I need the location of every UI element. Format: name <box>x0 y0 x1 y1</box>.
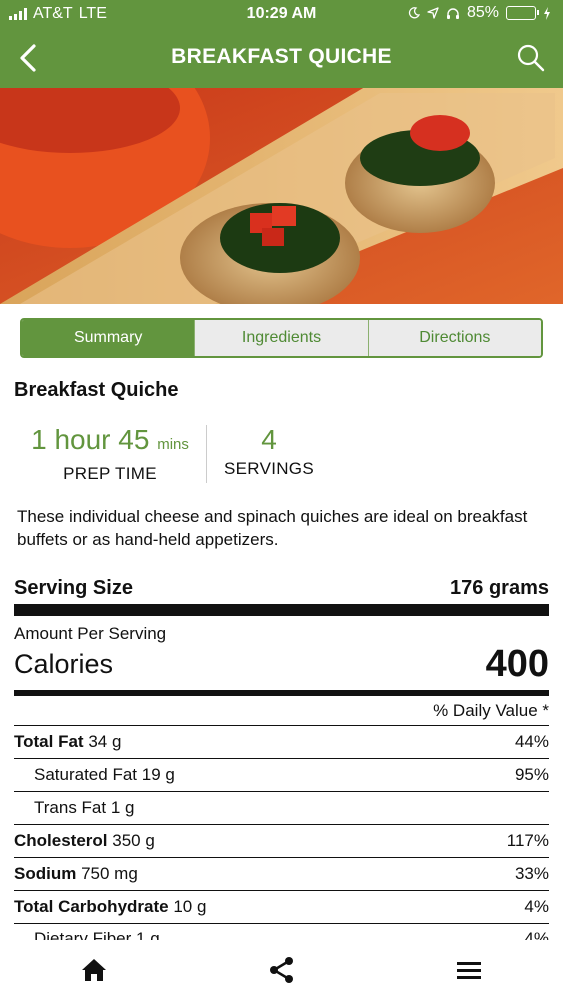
tab-summary[interactable]: Summary <box>22 320 195 356</box>
nutrient-dv: 33% <box>514 864 549 883</box>
tab-ingredients[interactable]: Ingredients <box>194 320 368 356</box>
prep-time-label: PREP TIME <box>63 464 157 483</box>
servings-value: 4 <box>261 424 277 455</box>
nutrient-name: Trans Fat <box>34 798 107 817</box>
share-icon <box>270 957 293 983</box>
menu-button[interactable] <box>453 954 485 986</box>
home-button[interactable] <box>78 954 110 986</box>
home-icon <box>82 959 106 981</box>
recipe-title: Breakfast Quiche <box>14 379 179 401</box>
nutrient-amount: 1 g <box>110 798 135 817</box>
nutrient-amount: 10 g <box>173 897 207 916</box>
location-icon <box>427 7 439 19</box>
search-icon <box>517 44 545 72</box>
nutrient-dv: 44% <box>514 732 549 751</box>
share-button[interactable] <box>266 954 298 986</box>
amount-per-serving: Amount Per Serving <box>14 624 167 643</box>
thick-divider <box>14 604 549 616</box>
nutrient-name: Total Carbohydrate <box>14 897 169 916</box>
page-title: BREAKFAST QUICHE <box>171 45 392 68</box>
search-button[interactable] <box>513 40 549 76</box>
nutrient-dv: 4% <box>524 897 549 916</box>
charging-icon <box>544 6 550 20</box>
status-indicators: 85% <box>408 4 551 22</box>
prep-time-unit: mins <box>157 436 189 453</box>
daily-value-header: % Daily Value * <box>14 696 549 726</box>
serving-size-label: Serving Size <box>14 576 133 599</box>
nutrient-amount: 350 g <box>112 831 155 850</box>
app-header: BREAKFAST QUICHE <box>0 28 563 88</box>
serving-size-row: Serving Size 176 grams <box>14 572 549 604</box>
nutrient-row-saturated-fat: Saturated Fat 19 g 95% <box>14 759 549 792</box>
nutrient-name: Total Fat <box>14 732 84 751</box>
nutrient-amount: 34 g <box>88 732 122 751</box>
calories-value: 400 <box>485 642 549 685</box>
nutrient-row-total-fat: Total Fat 34 g 44% <box>14 726 549 759</box>
battery-percent: 85% <box>466 4 499 21</box>
nutrient-row-total-carbohydrate: Total Carbohydrate 10 g 4% <box>14 891 549 924</box>
servings: 4 SERVINGS <box>219 423 319 479</box>
prep-time-value: 1 hour 45 mins <box>26 423 194 462</box>
prep-time: 1 hour 45 mins PREP TIME <box>26 423 194 484</box>
nutrient-amount: 750 mg <box>81 864 138 883</box>
prep-time-number: 1 hour 45 <box>31 424 150 455</box>
recipe-stats: 1 hour 45 mins PREP TIME 4 SERVINGS <box>14 423 549 485</box>
nutrient-dv: 117% <box>506 831 549 850</box>
servings-label: SERVINGS <box>224 459 314 478</box>
calories-row: Calories 400 <box>14 642 549 685</box>
status-bar: AT&T LTE 10:29 AM 85% <box>0 0 563 28</box>
nutrient-row-sodium: Sodium 750 mg 33% <box>14 858 549 891</box>
recipe-description: These individual cheese and spinach quic… <box>17 507 528 549</box>
nutrient-row-trans-fat: Trans Fat 1 g <box>14 792 549 825</box>
quiche-photo <box>0 88 563 304</box>
tab-directions[interactable]: Directions <box>367 320 541 356</box>
nutrient-name: Saturated Fat <box>34 765 138 784</box>
nutrient-name: Cholesterol <box>14 831 108 850</box>
recipe-photo <box>0 88 563 304</box>
nutrient-row-cholesterol: Cholesterol 350 g 117% <box>14 825 549 858</box>
headphones-icon <box>446 7 459 19</box>
moon-icon <box>408 7 420 19</box>
nutrient-dv: 95% <box>514 765 549 784</box>
calories-label: Calories <box>14 648 114 679</box>
stats-divider <box>206 425 207 483</box>
menu-icon <box>457 962 481 979</box>
bottom-nav <box>0 940 563 1000</box>
nutrient-name: Sodium <box>14 864 77 883</box>
battery-icon <box>506 6 539 20</box>
serving-size-value: 176 grams <box>450 576 549 599</box>
recipe-tabs: Summary Ingredients Directions <box>20 318 543 358</box>
nutrient-amount: 19 g <box>141 765 175 784</box>
nutrition-facts: Serving Size 176 grams Amount Per Servin… <box>14 572 549 944</box>
